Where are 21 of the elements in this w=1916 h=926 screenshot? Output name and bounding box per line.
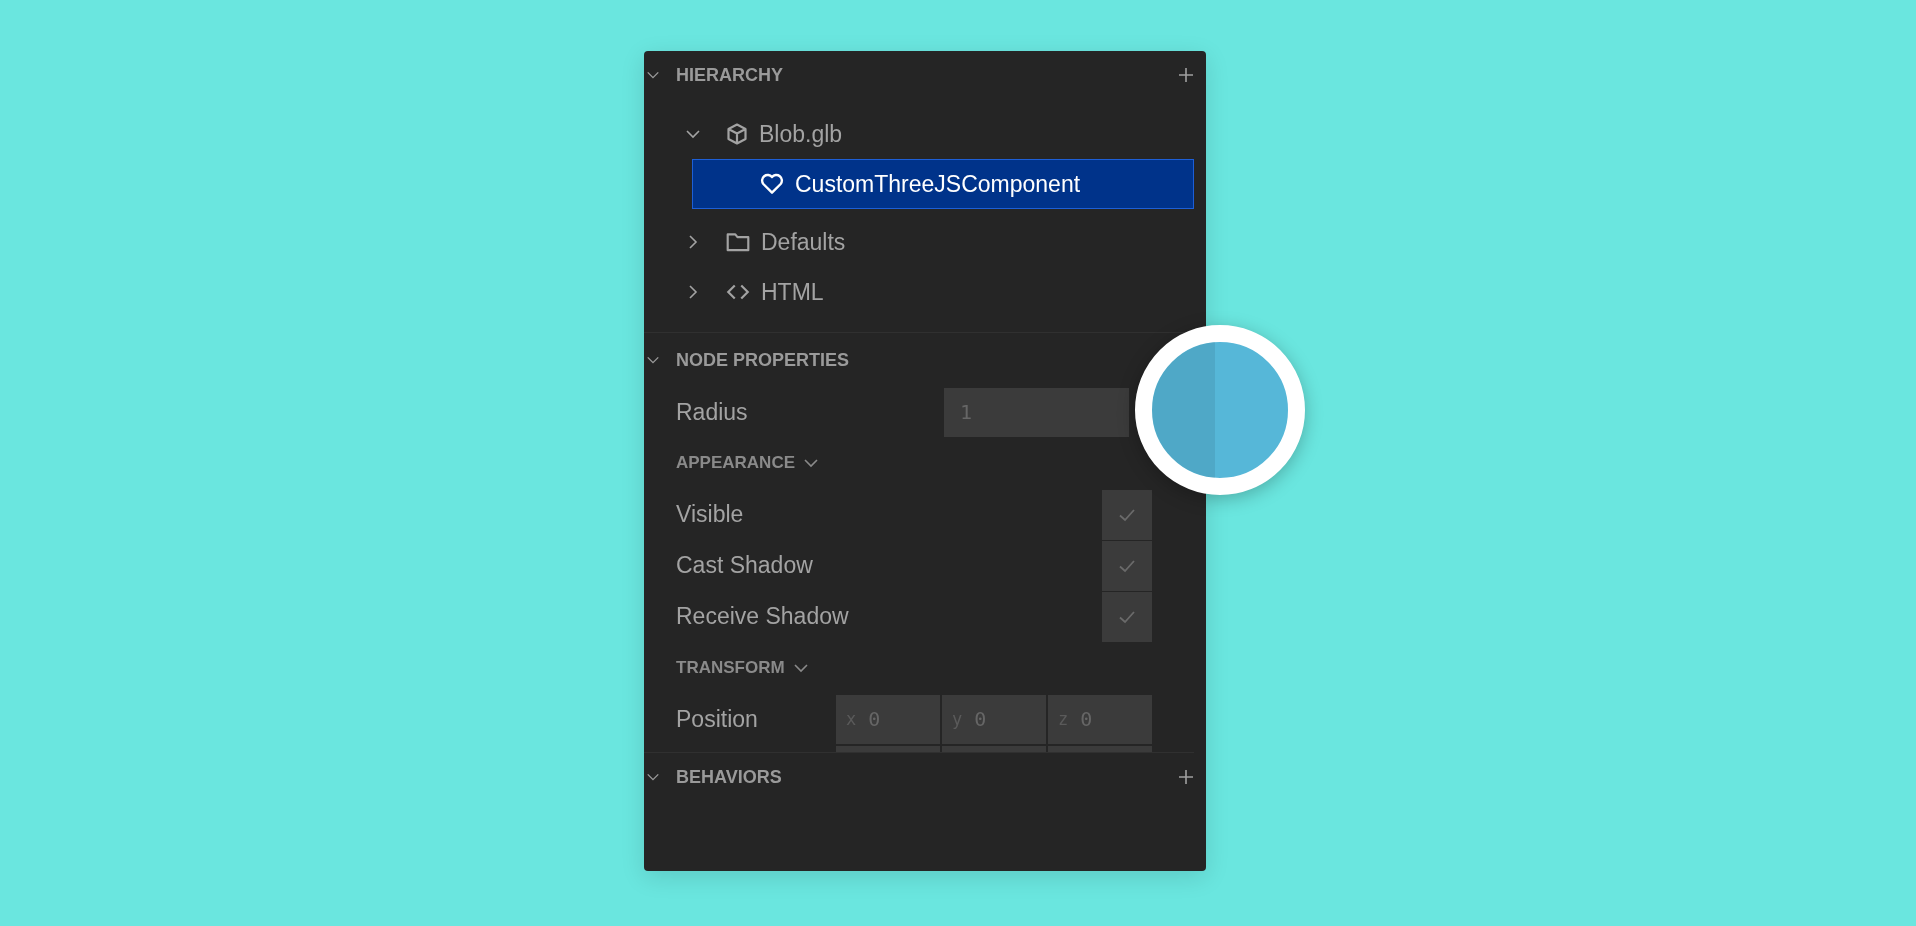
property-label: Receive Shadow: [676, 603, 849, 630]
checkbox[interactable]: [1102, 540, 1152, 591]
cube-icon: [725, 122, 749, 146]
checkbox[interactable]: [1102, 489, 1152, 540]
section-header[interactable]: NODE PROPERTIES: [644, 333, 850, 387]
tree-item[interactable]: Defaults: [658, 217, 1194, 267]
tree-item[interactable]: CustomThreeJSComponent: [692, 159, 1194, 209]
subsection-header[interactable]: TRANSFORM: [644, 642, 809, 694]
property-label: Cast Shadow: [676, 552, 813, 579]
plus-icon[interactable]: [1178, 769, 1194, 785]
heart-icon: [759, 171, 785, 197]
property-label: Radius: [676, 398, 748, 426]
checkbox[interactable]: [1102, 591, 1152, 642]
section-header[interactable]: BEHAVIORS: [644, 753, 1194, 801]
property-label: Visible: [676, 501, 744, 528]
property-label: Position: [676, 705, 758, 733]
plus-icon[interactable]: [1178, 67, 1194, 83]
section-header[interactable]: HIERARCHY: [644, 51, 1194, 99]
subsection-header[interactable]: APPEARANCE: [644, 437, 820, 489]
tree-item[interactable]: Blob.glb: [658, 109, 1194, 159]
tree-item[interactable]: HTML: [658, 267, 1194, 317]
